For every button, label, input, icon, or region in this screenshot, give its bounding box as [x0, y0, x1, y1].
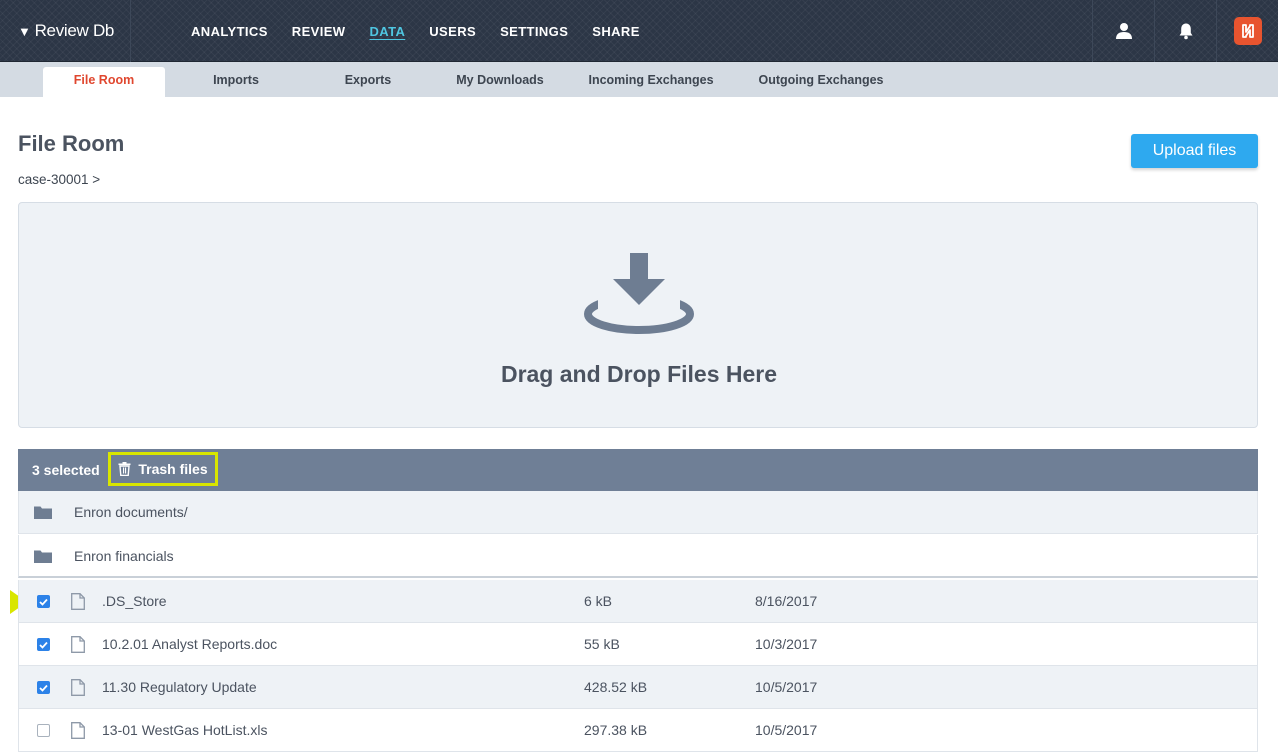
checkmark-icon	[39, 684, 48, 692]
row-checkbox[interactable]	[37, 638, 50, 651]
breadcrumb[interactable]: case-30001 >	[18, 172, 100, 187]
nav-review[interactable]: REVIEW	[292, 24, 346, 39]
file-size: 428.52 kB	[584, 679, 648, 695]
file-row[interactable]: .DS_Store 6 kB 8/16/2017	[18, 580, 1258, 623]
file-name: 10.2.01 Analyst Reports.doc	[102, 636, 278, 652]
trash-files-label: Trash files	[138, 461, 208, 477]
file-drop-zone[interactable]: Drag and Drop Files Here	[18, 202, 1258, 428]
nav-right-controls	[1092, 0, 1278, 62]
folder-row[interactable]: Enron financials	[18, 535, 1258, 578]
top-navigation-bar: ▼ Review Db ANALYTICS REVIEW DATA USERS …	[0, 0, 1278, 62]
nav-data[interactable]: DATA	[369, 24, 405, 39]
upload-files-button[interactable]: Upload files	[1131, 134, 1258, 168]
selection-toolbar: 3 selected Trash files	[18, 449, 1258, 491]
folder-icon	[34, 550, 52, 563]
folder-name: Enron financials	[74, 548, 174, 564]
nav-share[interactable]: SHARE	[592, 24, 640, 39]
file-date: 10/3/2017	[755, 636, 818, 652]
file-name: 11.30 Regulatory Update	[102, 679, 257, 695]
app-logo-button[interactable]	[1216, 0, 1278, 62]
user-icon	[1115, 23, 1132, 39]
tab-exports[interactable]: Exports	[318, 67, 418, 97]
checkmark-icon	[39, 641, 48, 649]
trash-files-button[interactable]: Trash files	[108, 452, 218, 486]
user-menu-button[interactable]	[1092, 0, 1154, 62]
tab-imports[interactable]: Imports	[186, 67, 286, 97]
checkmark-icon	[39, 598, 48, 606]
main-nav: ANALYTICS REVIEW DATA USERS SETTINGS SHA…	[191, 0, 664, 62]
tab-outgoing-exchanges[interactable]: Outgoing Exchanges	[752, 67, 890, 97]
nav-settings[interactable]: SETTINGS	[500, 24, 568, 39]
file-icon	[71, 679, 85, 696]
tab-incoming-exchanges[interactable]: Incoming Exchanges	[582, 67, 720, 97]
file-name: .DS_Store	[102, 593, 167, 609]
app-switcher[interactable]: ▼ Review Db	[0, 0, 131, 62]
nav-analytics[interactable]: ANALYTICS	[191, 24, 268, 39]
data-subnav: File Room Imports Exports My Downloads I…	[0, 62, 1278, 97]
row-checkbox[interactable]	[37, 595, 50, 608]
folder-icon	[34, 506, 52, 519]
file-row[interactable]: 13-01 WestGas HotList.xls 297.38 kB 10/5…	[18, 709, 1258, 752]
drop-zone-label: Drag and Drop Files Here	[500, 361, 778, 387]
file-row[interactable]: 10.2.01 Analyst Reports.doc 55 kB 10/3/2…	[18, 623, 1258, 666]
trash-icon	[118, 462, 131, 476]
tab-my-downloads[interactable]: My Downloads	[445, 67, 555, 97]
brand-name: Review Db	[34, 21, 115, 40]
notifications-button[interactable]	[1154, 0, 1216, 62]
file-date: 10/5/2017	[755, 722, 818, 738]
file-date: 8/16/2017	[755, 593, 818, 609]
app-logo-icon	[1233, 17, 1262, 45]
file-icon	[71, 636, 85, 653]
file-size: 6 kB	[584, 593, 613, 609]
row-checkbox[interactable]	[37, 724, 50, 737]
file-name: 13-01 WestGas HotList.xls	[102, 722, 268, 738]
bell-icon	[1179, 23, 1192, 40]
tab-file-room[interactable]: File Room	[43, 67, 165, 97]
folder-row[interactable]: Enron documents/	[18, 491, 1258, 534]
page-title: File Room	[18, 131, 125, 156]
file-icon	[71, 593, 85, 610]
file-date: 10/5/2017	[755, 679, 818, 695]
selected-count: 3 selected	[32, 462, 100, 478]
file-icon	[71, 722, 85, 739]
brand-caret-icon: ▼	[18, 23, 31, 39]
nav-users[interactable]: USERS	[429, 24, 476, 39]
row-checkbox[interactable]	[37, 681, 50, 694]
file-size: 55 kB	[584, 636, 620, 652]
file-size: 297.38 kB	[584, 722, 648, 738]
download-tray-icon	[584, 253, 694, 334]
folder-name: Enron documents/	[74, 504, 188, 520]
file-row[interactable]: 11.30 Regulatory Update 428.52 kB 10/5/2…	[18, 666, 1258, 709]
